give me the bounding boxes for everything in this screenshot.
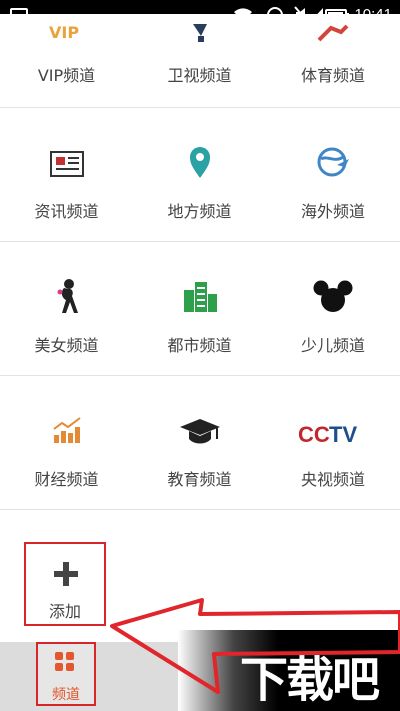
cctv-logo-icon: CC TV <box>297 416 369 452</box>
empty-cell <box>266 510 400 642</box>
channel-label: 海外频道 <box>300 202 365 221</box>
channel-label: 地方频道 <box>167 202 232 221</box>
svg-text:TV: TV <box>329 422 357 446</box>
vip-icon: VIP <box>45 16 89 52</box>
channel-label: 体育频道 <box>300 66 365 85</box>
channel-label: 都市频道 <box>167 336 232 355</box>
sports-runner-icon <box>311 16 355 52</box>
channel-vip[interactable]: VIP VIP频道 <box>0 14 134 108</box>
watermark: 下载吧 <box>178 630 400 711</box>
channel-beauty[interactable]: 美女频道 <box>0 242 134 376</box>
channel-local[interactable]: 地方频道 <box>133 108 267 242</box>
channel-label: 美女频道 <box>34 336 99 355</box>
tab-label: 频道 <box>52 687 80 703</box>
add-label: 添加 <box>48 602 81 621</box>
channel-label: 财经频道 <box>34 470 99 489</box>
channel-label: 少儿频道 <box>300 336 365 355</box>
globe-plane-icon <box>311 144 355 180</box>
channel-satellite[interactable]: 卫视频道 <box>133 14 267 108</box>
svg-text:VIP: VIP <box>49 24 79 42</box>
satellite-icon <box>178 16 222 52</box>
channel-kids[interactable]: 少儿频道 <box>266 242 400 376</box>
empty-cell <box>133 510 267 642</box>
channel-label: 教育频道 <box>167 470 232 489</box>
channel-label: 央视频道 <box>300 470 365 489</box>
svg-text:CC: CC <box>298 422 330 446</box>
channel-cctv[interactable]: CC TV 央视频道 <box>266 376 400 510</box>
channel-label: VIP频道 <box>37 66 96 85</box>
channel-label: 资讯频道 <box>34 202 99 221</box>
lady-icon <box>45 278 89 314</box>
channel-label: 卫视频道 <box>167 66 232 85</box>
channel-education[interactable]: 教育频道 <box>133 376 267 510</box>
buildings-icon <box>178 278 222 314</box>
channel-overseas[interactable]: 海外频道 <box>266 108 400 242</box>
location-pin-icon <box>178 144 222 180</box>
bar-chart-icon <box>45 412 89 448</box>
mickey-icon <box>311 278 355 314</box>
channel-sports[interactable]: 体育频道 <box>266 14 400 108</box>
tab-channels[interactable]: 频道 <box>36 642 96 706</box>
channel-city[interactable]: 都市频道 <box>133 242 267 376</box>
add-channel-button[interactable]: 添加 <box>24 542 106 626</box>
channel-news[interactable]: 资讯频道 <box>0 108 134 242</box>
watermark-text: 下载吧 <box>239 652 380 708</box>
graduation-cap-icon <box>178 414 222 450</box>
channel-finance[interactable]: 财经频道 <box>0 376 134 510</box>
news-icon <box>45 146 89 182</box>
plus-icon <box>54 562 78 586</box>
